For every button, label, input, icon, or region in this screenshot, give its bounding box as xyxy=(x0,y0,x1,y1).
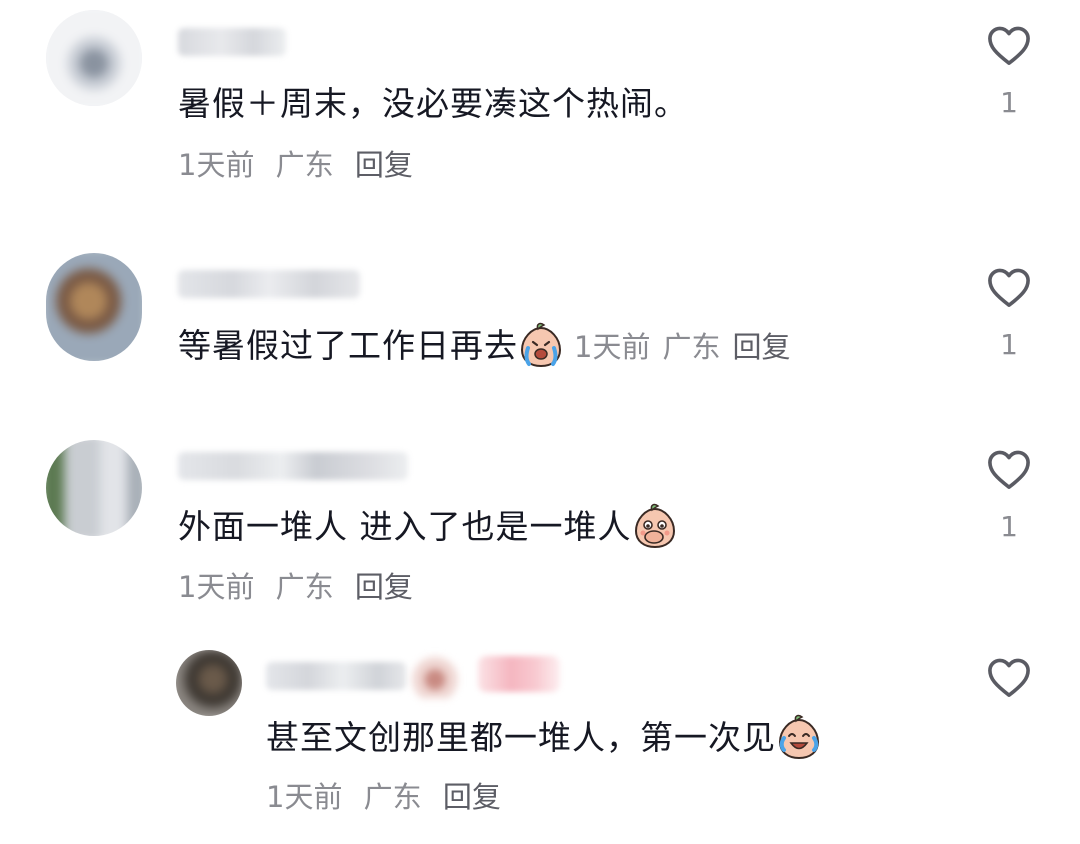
comment-text-content: 甚至文创那里都一堆人，第一次见 xyxy=(266,718,776,757)
peach-laugh-cry-emoji xyxy=(776,714,822,760)
reply-button[interactable]: 回复 xyxy=(443,780,501,814)
avatar[interactable] xyxy=(176,650,242,716)
comment-meta: 1天前 广东 回复 xyxy=(266,778,513,816)
tag-badge-blurred xyxy=(478,656,560,692)
author-badge-blurred xyxy=(412,652,458,698)
heart-outline-icon xyxy=(984,656,1034,698)
comment-text: 甚至文创那里都一堆人，第一次见 xyxy=(266,714,822,760)
comment-location: 广东 xyxy=(363,780,422,814)
username-blurred[interactable] xyxy=(266,662,406,690)
reply-item: 甚至文创那里都一堆人，第一次见 1天前 广东 回复 xyxy=(0,0,1080,844)
like-button[interactable] xyxy=(984,656,1034,698)
comment-time: 1天前 xyxy=(266,780,343,814)
